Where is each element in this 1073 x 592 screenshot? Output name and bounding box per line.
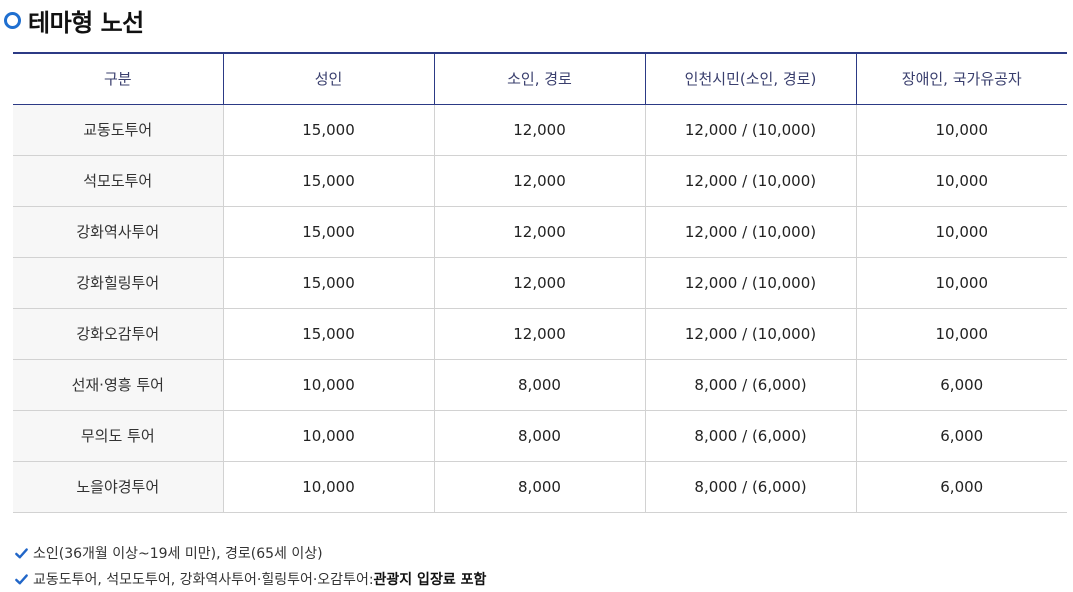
note-text-included-tours: 교동도투어, 석모도투어, 강화역사투어·힐링투어·오감투어: xyxy=(33,572,374,588)
fare-cell: 15,000 xyxy=(222,155,434,207)
fare-cell: 12,000 / (10,000) xyxy=(644,155,856,207)
column-header-disabled-veteran: 장애인, 국가유공자 xyxy=(855,52,1067,105)
fare-cell: 6,000 xyxy=(855,461,1067,513)
fare-cell: 10,000 xyxy=(855,104,1067,156)
fare-cell: 12,000 xyxy=(433,206,645,258)
note-item: 교동도투어, 석모도투어, 강화역사투어·힐링투어·오감투어: 관광지 입장료 … xyxy=(14,566,486,592)
fare-table: 구분 성인 소인, 경로 인천시민(소인, 경로) 장애인, 국가유공자 교동도… xyxy=(13,52,1067,513)
fare-table-body: 교동도투어 15,000 12,000 12,000 / (10,000) 10… xyxy=(13,104,1067,513)
fare-cell: 12,000 / (10,000) xyxy=(644,308,856,360)
table-row: 강화오감투어 15,000 12,000 12,000 / (10,000) 1… xyxy=(13,308,1067,360)
notes-list: 소인(36개월 이상~19세 미만), 경로(65세 이상) 교동도투어, 석모… xyxy=(14,540,486,592)
fare-cell: 8,000 xyxy=(433,359,645,411)
fare-cell: 10,000 xyxy=(855,308,1067,360)
column-header-category: 구분 xyxy=(13,52,223,105)
fare-cell: 15,000 xyxy=(222,104,434,156)
fare-cell: 15,000 xyxy=(222,308,434,360)
circle-bullet-icon xyxy=(4,11,21,29)
fare-cell: 15,000 xyxy=(222,257,434,309)
route-name-cell: 노을야경투어 xyxy=(13,461,223,513)
fare-cell: 10,000 xyxy=(222,359,434,411)
column-header-adult: 성인 xyxy=(222,52,434,105)
fare-cell: 10,000 xyxy=(222,410,434,462)
check-icon xyxy=(15,573,28,584)
table-row: 강화힐링투어 15,000 12,000 12,000 / (10,000) 1… xyxy=(13,257,1067,309)
route-name-cell: 선재·영흥 투어 xyxy=(13,359,223,411)
table-row: 교동도투어 15,000 12,000 12,000 / (10,000) 10… xyxy=(13,104,1067,156)
note-text-admission-included: 관광지 입장료 포함 xyxy=(373,572,487,588)
fare-cell: 12,000 / (10,000) xyxy=(644,104,856,156)
fare-cell: 12,000 / (10,000) xyxy=(644,257,856,309)
table-row: 노을야경투어 10,000 8,000 8,000 / (6,000) 6,00… xyxy=(13,461,1067,513)
fare-table-header: 구분 성인 소인, 경로 인천시민(소인, 경로) 장애인, 국가유공자 xyxy=(13,52,1067,105)
note-item: 소인(36개월 이상~19세 미만), 경로(65세 이상) xyxy=(14,540,486,566)
fare-cell: 8,000 xyxy=(433,410,645,462)
route-name-cell: 교동도투어 xyxy=(13,104,223,156)
table-row: 선재·영흥 투어 10,000 8,000 8,000 / (6,000) 6,… xyxy=(13,359,1067,411)
fare-cell: 8,000 / (6,000) xyxy=(644,410,856,462)
fare-cell: 6,000 xyxy=(855,410,1067,462)
column-header-child-senior: 소인, 경로 xyxy=(433,52,645,105)
fare-cell: 12,000 xyxy=(433,308,645,360)
fare-cell: 10,000 xyxy=(855,155,1067,207)
fare-cell: 12,000 xyxy=(433,155,645,207)
fare-cell: 8,000 / (6,000) xyxy=(644,461,856,513)
fare-cell: 12,000 xyxy=(433,257,645,309)
route-name-cell: 무의도 투어 xyxy=(13,410,223,462)
fare-cell: 8,000 xyxy=(433,461,645,513)
route-name-cell: 강화오감투어 xyxy=(13,308,223,360)
note-text-age-criteria: 소인(36개월 이상~19세 미만), 경로(65세 이상) xyxy=(33,546,323,562)
route-name-cell: 강화역사투어 xyxy=(13,206,223,258)
check-icon xyxy=(15,547,28,558)
fare-cell: 10,000 xyxy=(855,257,1067,309)
table-row: 무의도 투어 10,000 8,000 8,000 / (6,000) 6,00… xyxy=(13,410,1067,462)
fare-cell: 10,000 xyxy=(855,206,1067,258)
route-name-cell: 석모도투어 xyxy=(13,155,223,207)
header-row: 구분 성인 소인, 경로 인천시민(소인, 경로) 장애인, 국가유공자 xyxy=(13,52,1067,105)
table-row: 강화역사투어 15,000 12,000 12,000 / (10,000) 1… xyxy=(13,206,1067,258)
route-name-cell: 강화힐링투어 xyxy=(13,257,223,309)
section-title: 테마형 노선 xyxy=(28,8,144,37)
table-row: 석모도투어 15,000 12,000 12,000 / (10,000) 10… xyxy=(13,155,1067,207)
section-heading: 테마형 노선 xyxy=(4,4,144,37)
fare-cell: 12,000 xyxy=(433,104,645,156)
column-header-incheon-citizen: 인천시민(소인, 경로) xyxy=(644,52,856,105)
fare-cell: 15,000 xyxy=(222,206,434,258)
fare-cell: 6,000 xyxy=(855,359,1067,411)
fare-cell: 12,000 / (10,000) xyxy=(644,206,856,258)
fare-cell: 8,000 / (6,000) xyxy=(644,359,856,411)
fare-cell: 10,000 xyxy=(222,461,434,513)
